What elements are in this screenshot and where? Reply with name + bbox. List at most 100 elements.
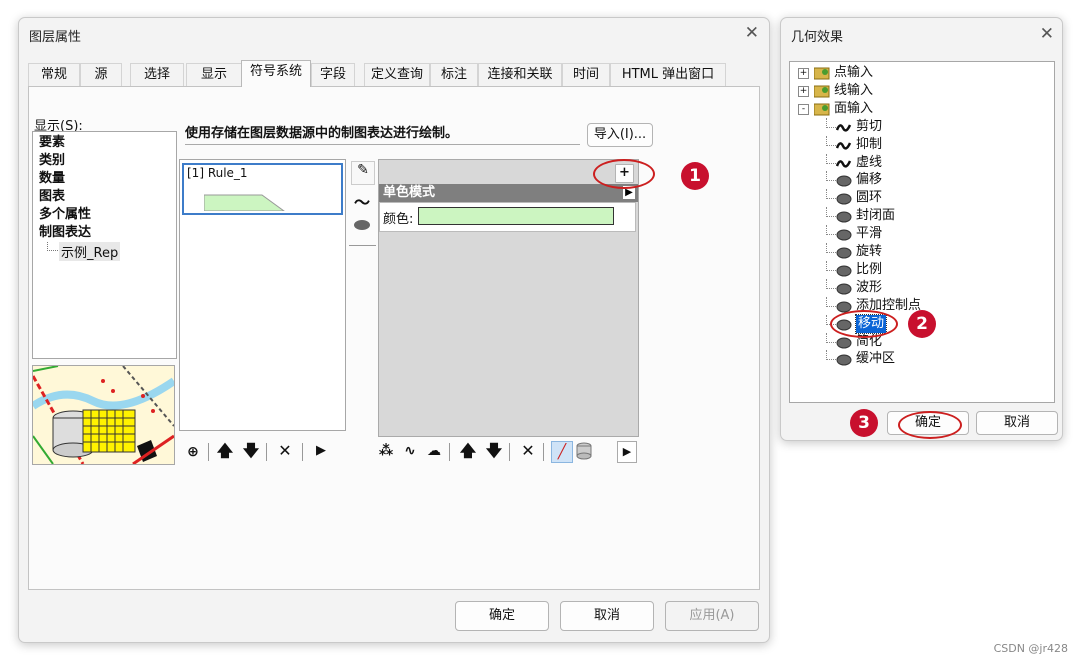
tree-node[interactable]: + 点输入 [790,64,1052,82]
move-up-icon[interactable]: 🡅 [216,442,234,460]
show-item[interactable]: 数量 [39,170,65,188]
move-down-icon[interactable]: 🡇 [242,442,260,460]
separator [266,443,267,461]
tree-node[interactable]: 缓冲区 [790,350,1052,368]
tree-node[interactable]: 虚线 [790,153,1052,172]
add-rule-icon[interactable]: ⊕ [184,443,202,461]
expand-icon[interactable]: + [798,68,809,79]
delete-icon[interactable]: ✕ [276,442,294,460]
tree-connector [826,117,836,128]
add-stroke-icon[interactable]: ∿ [401,442,419,460]
cancel-button[interactable]: 取消 [560,601,654,631]
watermark: CSDN @jr428 [993,642,1068,655]
callout-number: 2 [908,310,936,338]
separator [543,443,544,461]
tab-3[interactable]: 显示 [186,63,242,86]
polygon-effect-icon [836,352,852,366]
layer-mini-toolbar: ✎ 〜 [349,159,376,249]
show-item[interactable]: 要素 [39,134,65,152]
tab-5[interactable]: 字段 [311,63,355,86]
preview-map-image [32,365,175,465]
color-swatch[interactable] [418,207,614,225]
fill-layer-icon[interactable] [351,217,373,239]
tree-node-label: 面输入 [834,100,874,116]
separator [449,443,450,461]
show-item[interactable]: 图表 [39,188,65,206]
color-label: 颜色: [383,212,414,227]
tree-node[interactable]: 比例 [790,260,1052,279]
show-item[interactable]: 制图表达 [39,224,91,242]
callout-number: 1 [681,162,709,190]
import-button[interactable]: 导入(I)... [587,123,653,147]
tree-connector [826,207,836,218]
tree-node-label: 波形 [856,279,883,295]
tree-connector [826,189,836,200]
cancel-button[interactable]: 取消 [976,411,1058,435]
tab-2[interactable]: 选择 [130,63,184,86]
tree-node-label: 点输入 [834,65,874,80]
callout-ellipse [593,159,655,189]
collapse-icon[interactable]: - [798,103,809,115]
move-down-icon[interactable]: 🡇 [485,442,503,460]
more-arrow-icon[interactable]: ▶ [617,441,637,463]
move-up-icon[interactable]: 🡅 [459,442,477,460]
tree-node[interactable]: 平滑 [790,225,1052,243]
tree-node[interactable]: 偏移 [790,171,1052,189]
tab-1[interactable]: 源 [80,63,122,86]
stroke-layer-icon[interactable]: 〜 [351,189,373,212]
tab-0[interactable]: 常规 [28,63,80,86]
expand-icon[interactable]: + [798,85,809,97]
add-fill-icon[interactable]: ☁ [425,442,443,460]
rule-swatch [204,194,285,211]
tab-8[interactable]: 连接和关联 [478,63,562,86]
line-effect-icon [835,156,852,170]
close-icon[interactable]: ✕ [1040,26,1054,43]
show-item[interactable]: 多个属性 [39,206,91,224]
rule-toolbar: ⊕ 🡅 🡇 ✕ ▶ [184,441,344,463]
effects-tree[interactable]: + 点输入 + 线输入 - 面输入 剪切 抑制 虚线 偏移 圆环 封闭面 平滑 旋转 比例 波形 添加控制点 移动… [789,61,1055,403]
marker-layer-icon[interactable]: ✎ [351,161,375,185]
tree-connector [826,260,836,271]
tree-node-label: 线输入 [834,82,874,98]
tab-6[interactable]: 定义查询 [364,63,430,86]
tree-node-label: 缓冲区 [856,351,896,367]
brush-icon[interactable]: ╱ [551,441,573,463]
separator [208,443,209,461]
rule-list[interactable]: [1] Rule_1 [179,159,346,431]
tree-node[interactable]: + 线输入 [790,82,1052,100]
toolbar-divider [349,245,376,246]
show-item[interactable]: 类别 [39,152,65,170]
rule-item[interactable]: [1] Rule_1 [182,163,343,215]
tree-connector [826,278,836,289]
tree-node[interactable]: - 面输入 [790,100,1052,118]
tree-node[interactable]: 剪切 [790,117,1052,136]
tree-node[interactable]: 波形 [790,278,1052,297]
separator [302,443,303,461]
tree-node-label: 封闭面 [856,208,896,224]
database-icon[interactable] [575,442,593,464]
delete-icon[interactable]: ✕ [519,442,537,460]
tab-9[interactable]: 时间 [562,63,610,86]
tab-4[interactable]: 符号系统 [241,60,311,87]
polygon-effect-icon [836,281,852,295]
add-marker-icon[interactable]: ⁂ [377,442,395,460]
tab-10[interactable]: HTML 弹出窗口 [610,63,726,86]
folder-icon [813,102,830,116]
apply-button[interactable]: 应用(A) [665,601,759,631]
show-subitem[interactable]: 示例_Rep [59,242,121,261]
tree-connector [826,135,836,146]
polygon-effect-icon [836,191,852,205]
tree-node[interactable]: 旋转 [790,243,1052,261]
tree-node[interactable]: 圆环 [790,189,1052,207]
show-list[interactable]: 要素 类别 数量 图表 多个属性 制图表达 示例_Rep [32,131,177,359]
play-arrow-icon[interactable]: ▶ [312,442,330,460]
mode-header-label: 单色模式 [383,185,436,200]
close-icon[interactable]: ✕ [745,25,759,42]
tab-7[interactable]: 标注 [430,63,478,86]
tree-node[interactable]: 封闭面 [790,207,1052,225]
tree-node-label: 剪切 [856,118,883,134]
tree-connector [826,153,836,164]
color-row: 颜色: [379,202,636,232]
ok-button[interactable]: 确定 [455,601,549,631]
tree-node[interactable]: 抑制 [790,135,1052,154]
